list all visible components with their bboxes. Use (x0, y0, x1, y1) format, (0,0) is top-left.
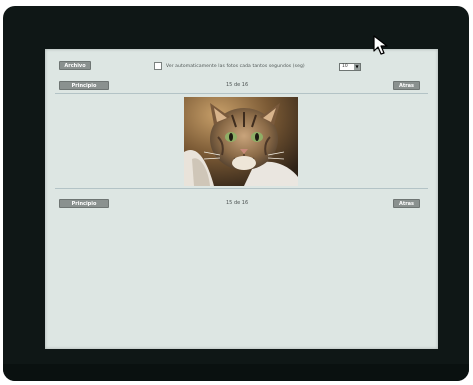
chevron-down-icon[interactable]: ▼ (354, 64, 360, 70)
next-button-bottom[interactable]: Atras (393, 199, 420, 208)
next-button[interactable]: Atras (393, 81, 420, 90)
photo-counter: 15 de 16 (226, 82, 249, 88)
top-left-button[interactable]: Archivo (59, 61, 91, 70)
top-divider (55, 93, 428, 94)
middle-divider (55, 188, 428, 189)
prev-button[interactable]: Principio (59, 81, 109, 90)
mouse-cursor-icon (373, 35, 388, 55)
interval-select[interactable]: 10 ▼ (339, 63, 361, 71)
autoplay-checkbox[interactable] (154, 62, 162, 70)
autoplay-label: Ver automaticamente las fotos cada tanto… (166, 64, 305, 69)
screen: Archivo Ver automaticamente las fotos ca… (45, 49, 438, 349)
prev-button-bottom[interactable]: Principio (59, 199, 109, 208)
photo-counter-bottom: 15 de 16 (226, 200, 249, 206)
cat-photo (184, 97, 298, 186)
monitor-base (3, 364, 469, 381)
interval-value: 10 (342, 64, 348, 69)
cat-image (184, 97, 298, 186)
